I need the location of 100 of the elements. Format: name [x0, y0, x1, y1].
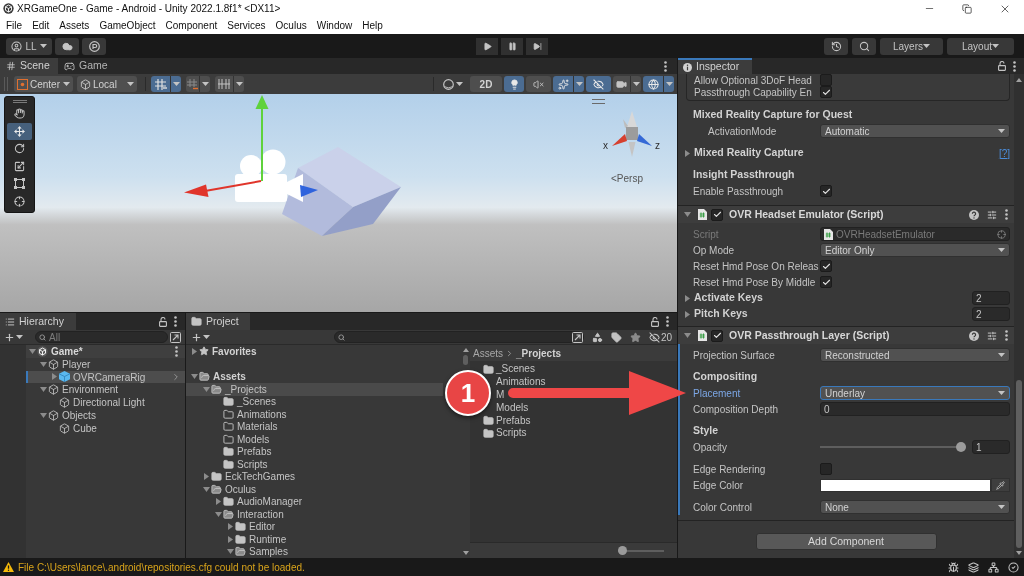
kebab-menu-icon[interactable] — [666, 316, 669, 327]
cloud-button[interactable] — [55, 37, 79, 55]
kebab-menu-icon[interactable] — [1005, 209, 1008, 220]
triangle-right-icon[interactable] — [204, 473, 209, 481]
add-component-button[interactable]: Add Component — [755, 533, 937, 550]
hierarchy-item[interactable]: Environment — [26, 383, 185, 397]
triangle-down-icon[interactable] — [191, 374, 198, 380]
triangle-down-icon[interactable] — [684, 212, 691, 217]
asset-item[interactable]: Scripts — [496, 428, 527, 439]
account-dropdown[interactable]: LL — [6, 37, 52, 55]
component-header[interactable]: OVR Headset Emulator (Script) — [678, 206, 1014, 223]
project-tree-item[interactable]: Oculus — [186, 483, 443, 496]
audio-toggle[interactable] — [526, 76, 551, 92]
label-filter-button[interactable] — [610, 331, 622, 343]
slider-thumb[interactable] — [618, 546, 627, 555]
project-tree-item[interactable]: Assets — [186, 370, 443, 383]
layout-dropdown[interactable]: Layout — [947, 37, 1014, 55]
hierarchy-item[interactable]: Game* — [26, 345, 185, 358]
increment-snap-toggle[interactable] — [186, 76, 199, 92]
triangle-down-icon[interactable] — [227, 549, 234, 555]
triangle-down-icon[interactable] — [40, 361, 47, 367]
project-tree-item[interactable]: Editor — [186, 520, 443, 533]
asset-item[interactable]: Prefabs — [496, 415, 531, 426]
number-field[interactable]: 2 — [972, 291, 1010, 305]
kebab-menu-icon[interactable] — [1005, 330, 1008, 341]
number-field[interactable]: 0 — [820, 402, 1010, 416]
move-tool[interactable] — [7, 122, 32, 140]
menu-item[interactable]: GameObject — [94, 18, 161, 33]
hidden-packages-toggle[interactable]: 20 — [648, 329, 672, 345]
bug-icon[interactable] — [948, 561, 959, 573]
hierarchy-item[interactable]: Cube — [26, 421, 185, 435]
icon-size-slider[interactable] — [618, 546, 664, 555]
dropdown[interactable]: Editor Only — [820, 243, 1010, 257]
scroll-down-icon[interactable] — [462, 551, 469, 555]
menu-item[interactable]: Edit — [27, 18, 55, 33]
asset-item[interactable]: Animations — [496, 377, 546, 388]
caret-button[interactable] — [663, 76, 674, 92]
help-icon[interactable] — [969, 330, 979, 341]
project-tree-item[interactable]: Samples — [186, 545, 443, 558]
project-tree-item[interactable]: Models — [186, 433, 443, 446]
menu-item[interactable]: Assets — [54, 18, 95, 33]
project-tree-item[interactable]: Favorites — [186, 345, 443, 358]
slider-thumb[interactable] — [956, 442, 966, 452]
gizmos-toggle[interactable] — [643, 76, 663, 92]
pause-button[interactable] — [501, 37, 523, 55]
sliders-icon[interactable] — [987, 330, 997, 341]
search-button[interactable] — [852, 37, 876, 55]
caret-button[interactable] — [630, 76, 641, 92]
create-button[interactable] — [191, 331, 210, 343]
project-tree-item[interactable]: Interaction — [186, 508, 443, 521]
kebab-menu-icon[interactable] — [664, 60, 667, 72]
projection-label[interactable]: <Persp — [611, 171, 643, 186]
network-icon[interactable] — [988, 561, 999, 573]
kebab-menu-icon[interactable] — [174, 316, 177, 327]
favorite-button[interactable] — [629, 331, 641, 343]
asset-item[interactable]: M — [496, 390, 505, 400]
caret-button[interactable] — [573, 76, 584, 92]
kebab-menu-icon[interactable] — [175, 345, 178, 357]
checkbox[interactable] — [820, 74, 832, 86]
checkbox[interactable] — [820, 463, 832, 475]
checkbox[interactable] — [711, 329, 723, 342]
grid-toggle[interactable] — [215, 76, 233, 92]
help-link[interactable]: [?] — [998, 145, 1010, 161]
checkbox[interactable] — [820, 276, 832, 288]
project-tree-item[interactable]: Scripts — [186, 458, 443, 471]
menu-item[interactable]: File — [1, 18, 28, 33]
asset-item[interactable]: Models — [496, 402, 529, 413]
triangle-down-icon[interactable] — [40, 412, 47, 418]
scroll-up-icon[interactable] — [1016, 78, 1022, 82]
menu-item[interactable]: Help — [357, 18, 388, 33]
layers-dropdown[interactable]: Layers — [880, 37, 943, 55]
collab-button[interactable] — [82, 37, 106, 55]
lock-icon[interactable] — [998, 61, 1006, 71]
triangle-down-icon[interactable] — [40, 387, 47, 393]
history-button[interactable] — [824, 37, 848, 55]
project-tree-item[interactable]: _Scenes — [186, 395, 443, 408]
panel-tab[interactable]: Hierarchy — [0, 313, 76, 330]
asset-item[interactable]: _Scenes — [496, 364, 535, 375]
dropdown[interactable]: Underlay — [820, 386, 1010, 400]
kebab-menu-icon[interactable] — [1013, 60, 1016, 72]
triangle-down-icon[interactable] — [203, 386, 210, 392]
type-filter-button[interactable] — [591, 331, 603, 343]
hierarchy-item[interactable]: Directional Light — [26, 396, 185, 409]
caret-button[interactable] — [170, 76, 181, 92]
step-button[interactable] — [526, 37, 548, 55]
project-tree-item[interactable]: Materials — [186, 420, 443, 433]
number-field[interactable]: 1 — [972, 440, 1010, 454]
checkbox[interactable] — [820, 86, 832, 98]
check-circle-icon[interactable] — [1008, 561, 1019, 573]
triangle-right-icon[interactable] — [685, 310, 690, 318]
scroll-down-icon[interactable] — [1016, 551, 1022, 555]
project-tree-item[interactable]: AudioManager — [186, 495, 443, 508]
project-tree-item[interactable]: Prefabs — [186, 445, 443, 458]
hierarchy-item[interactable]: Objects — [26, 409, 185, 422]
triangle-down-icon[interactable] — [684, 333, 691, 338]
create-button[interactable] — [4, 331, 23, 343]
dropdown[interactable]: Automatic — [820, 124, 1010, 138]
lock-icon[interactable] — [651, 316, 659, 327]
window-arrow-icon[interactable] — [571, 331, 583, 343]
hierarchy-item[interactable]: OVRCameraRig — [26, 370, 185, 384]
